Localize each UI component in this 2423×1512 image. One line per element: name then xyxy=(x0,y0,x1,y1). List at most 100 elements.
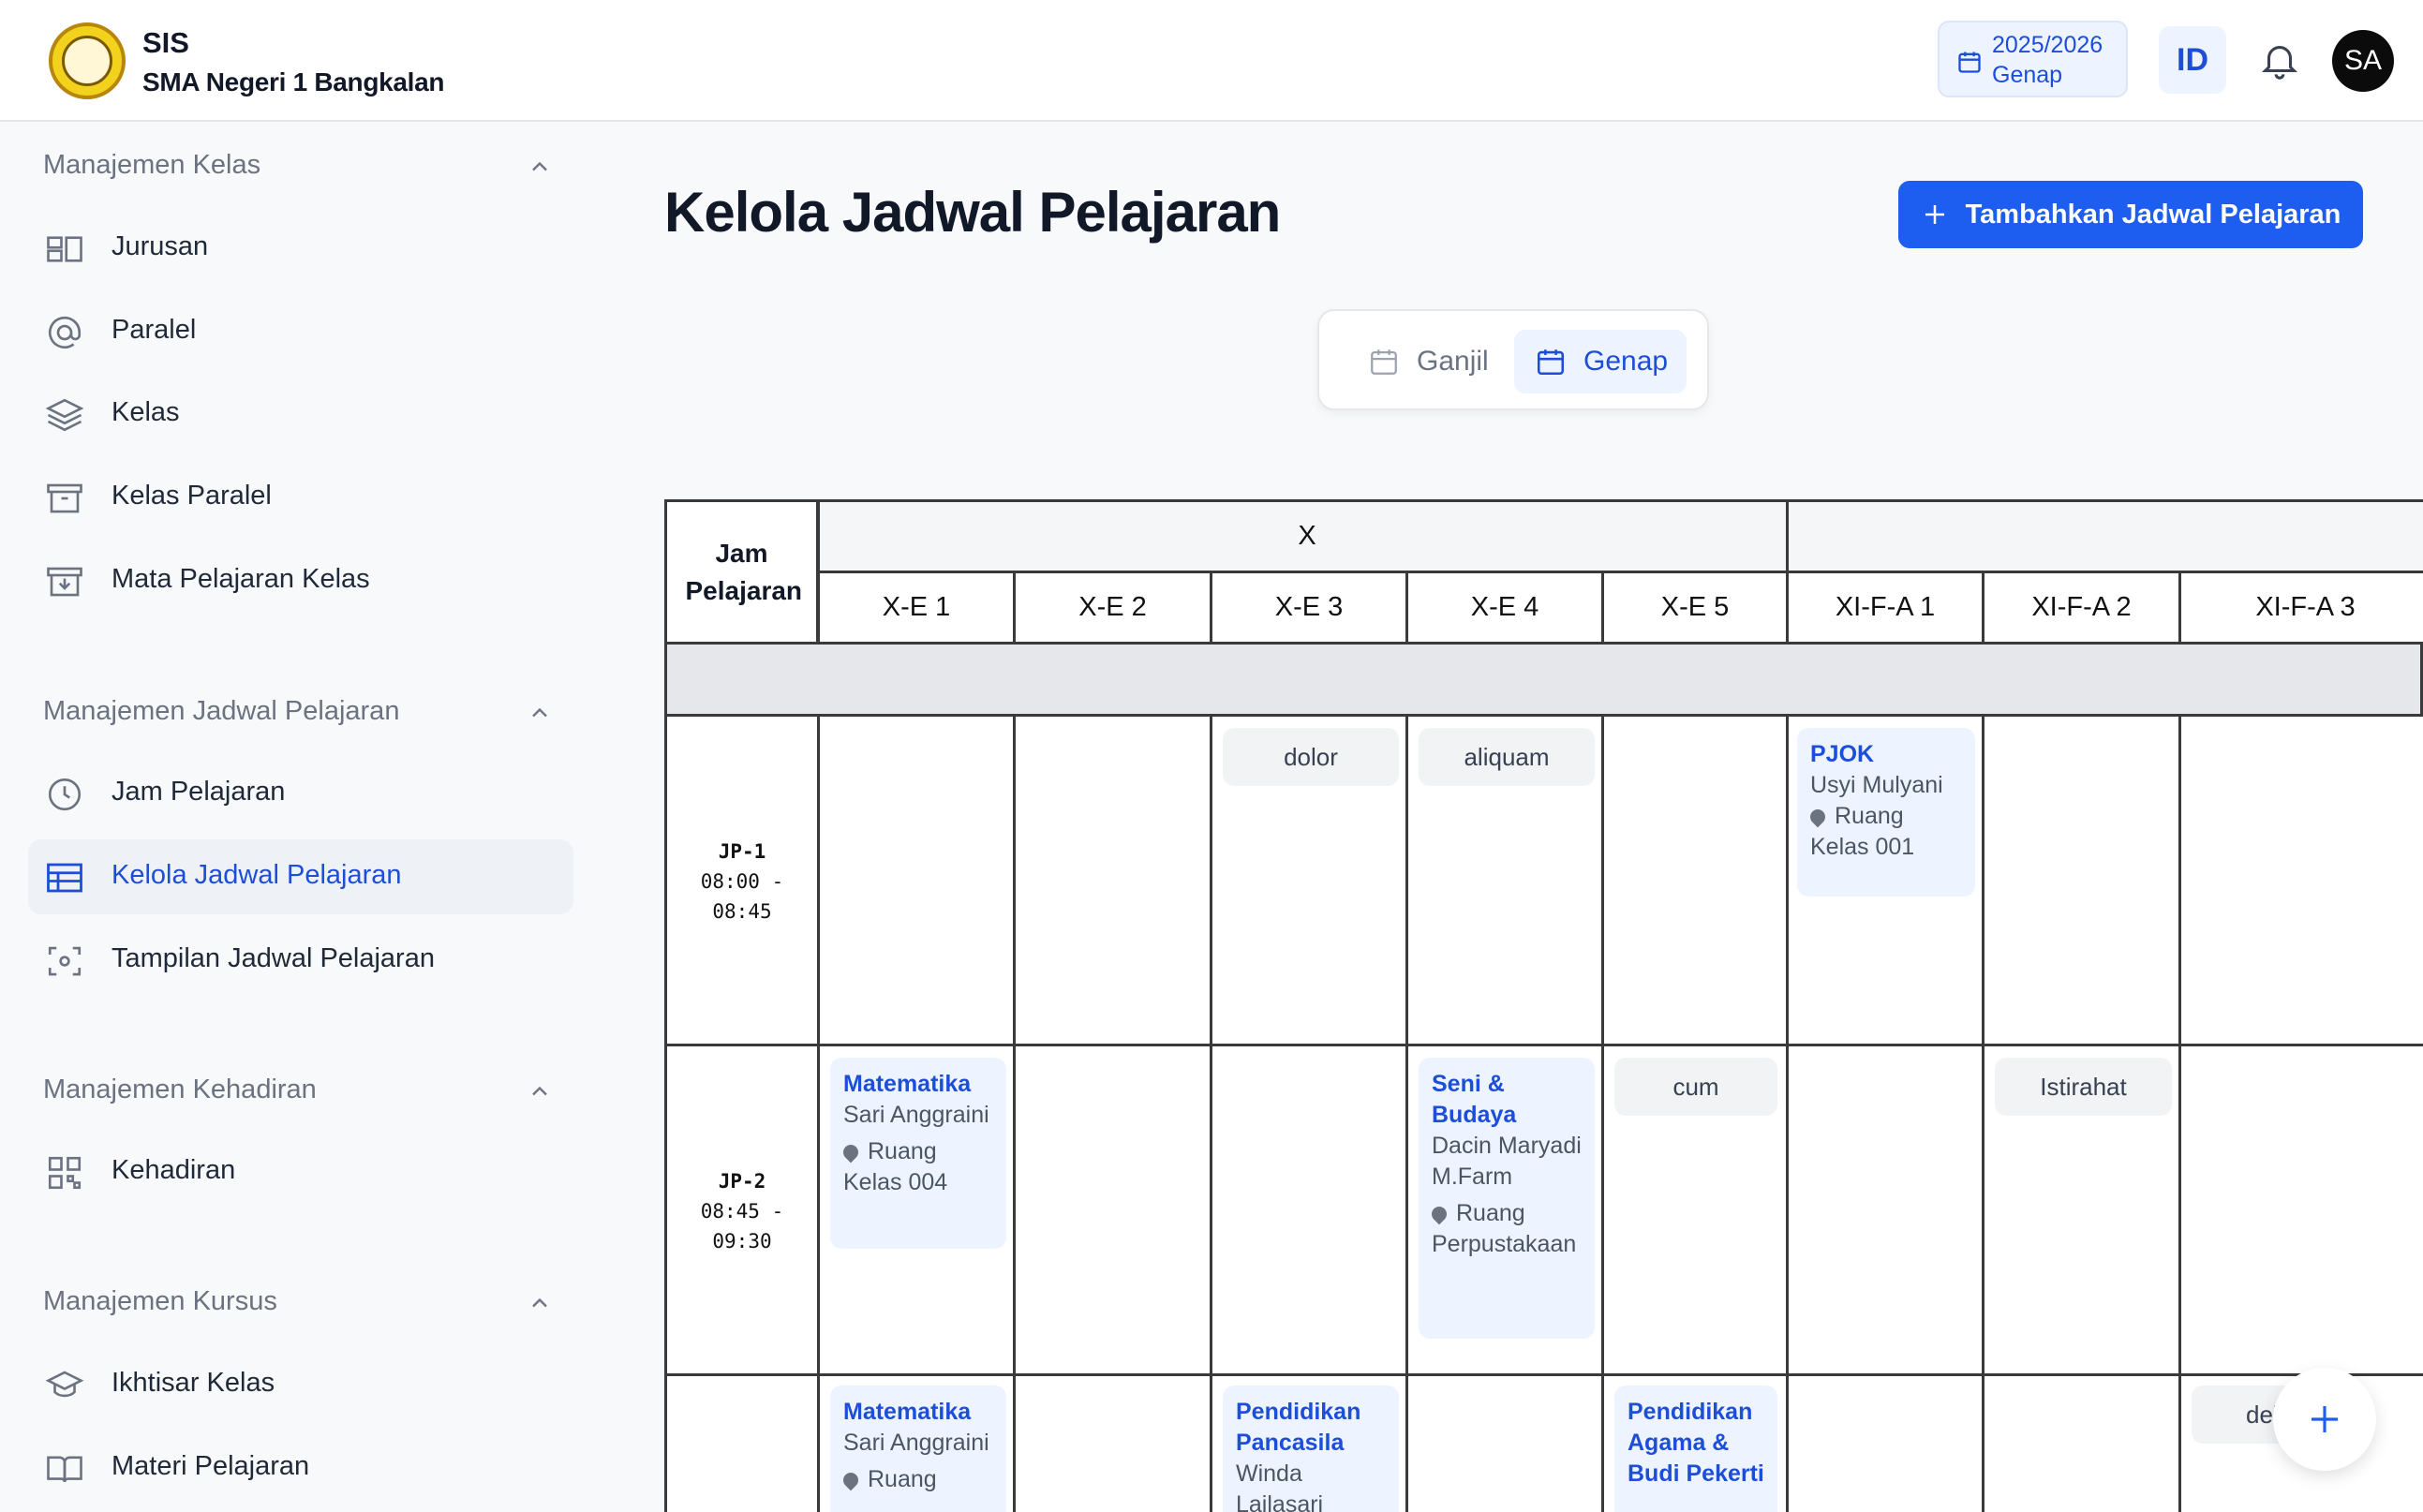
academic-year: 2025/2026 xyxy=(1992,32,2103,58)
section-manajemen-kelas[interactable]: Manajemen Kelas xyxy=(43,150,260,181)
sidebar-item-label: Kelas Paralel xyxy=(111,481,272,511)
book-open-icon xyxy=(47,1456,82,1483)
sidebar-item-tampilan-jadwal[interactable]: Tampilan Jadwal Pelajaran xyxy=(28,923,573,998)
card-room: Ruang xyxy=(868,1466,937,1492)
sidebar-item-label: Jam Pelajaran xyxy=(111,777,286,807)
schedule-card[interactable]: PJOK Usyi Mulyani Ruang Kelas 001 xyxy=(1797,728,1975,897)
sidebar-item-kelola-jadwal[interactable]: Kelola Jadwal Pelajaran xyxy=(28,839,573,914)
chevron-up-icon[interactable] xyxy=(527,700,553,726)
layers-icon xyxy=(45,398,84,432)
schedule-chip[interactable]: dolor xyxy=(1223,728,1399,786)
map-pin-icon xyxy=(840,1470,862,1491)
schedule-cell[interactable] xyxy=(1210,1044,1408,1376)
qr-code-icon xyxy=(48,1156,82,1190)
grade-group-xi xyxy=(1786,499,2423,573)
map-pin-icon xyxy=(1806,807,1829,828)
user-avatar[interactable]: SA xyxy=(2332,30,2394,92)
sidebar-item-jurusan[interactable]: Jurusan xyxy=(28,211,573,286)
app-name: SIS xyxy=(142,26,189,59)
plus-icon xyxy=(2312,1406,2338,1432)
sidebar-item-label: Kehadiran xyxy=(111,1155,236,1185)
semester-label: Genap xyxy=(1992,62,2063,88)
schedule-chip[interactable]: Istirahat xyxy=(1995,1058,2172,1116)
sidebar-item-label: Kelola Jadwal Pelajaran xyxy=(111,860,402,890)
floating-add-button[interactable] xyxy=(2273,1368,2376,1471)
schedule-cell[interactable] xyxy=(1601,714,1789,1046)
schedule-cell[interactable] xyxy=(2178,1044,2423,1376)
at-sign-icon xyxy=(48,316,82,349)
add-schedule-label: Tambahkan Jadwal Pelajaran xyxy=(1965,199,2341,230)
chevron-up-icon[interactable] xyxy=(527,1078,553,1104)
add-schedule-button[interactable]: Tambahkan Jadwal Pelajaran xyxy=(1898,181,2363,248)
card-teacher: Usyi Mulyani xyxy=(1810,772,1943,798)
tab-genap[interactable]: Genap xyxy=(1514,330,1687,393)
section-manajemen-jadwal[interactable]: Manajemen Jadwal Pelajaran xyxy=(43,696,399,727)
schedule-card[interactable]: Pendidikan Agama & Budi Pekerti xyxy=(1614,1386,1777,1512)
sidebar-item-paralel[interactable]: Paralel xyxy=(28,294,573,369)
card-subject: PJOK xyxy=(1810,741,1875,767)
sidebar-item-label: Materi Pelajaran xyxy=(111,1451,310,1481)
graduation-cap-icon xyxy=(45,1371,84,1398)
sidebar-item-kelas-paralel[interactable]: Kelas Paralel xyxy=(28,460,573,535)
schedule-cell[interactable] xyxy=(1013,714,1212,1046)
language-button[interactable]: ID xyxy=(2159,26,2226,94)
sidebar-item-label: Jurusan xyxy=(111,231,209,261)
card-room: Ruang Kelas 001 xyxy=(1810,803,1915,860)
plus-icon xyxy=(1925,205,1944,224)
card-subject: Pendidikan Agama & Budi Pekerti xyxy=(1628,1399,1764,1487)
schedule-cell[interactable] xyxy=(2178,714,2423,1046)
tab-ganjil[interactable]: Ganjil xyxy=(1347,330,1516,393)
jp-cell xyxy=(664,1373,820,1512)
schedule-card[interactable]: Matematika Sari Anggraini Ruang Kelas 00… xyxy=(830,1058,1006,1249)
schedule-card[interactable]: Matematika Sari Anggraini Ruang xyxy=(830,1386,1006,1512)
day-separator-row xyxy=(664,642,2423,717)
schedule-cell[interactable] xyxy=(1982,714,2181,1046)
schedule-cell[interactable] xyxy=(1013,1373,1212,1512)
card-room: Ruang Kelas 004 xyxy=(843,1138,948,1195)
class-header: XI-F-A 1 xyxy=(1786,571,1984,645)
schedule-chip[interactable]: cum xyxy=(1614,1058,1777,1116)
chevron-up-icon[interactable] xyxy=(527,154,553,180)
sidebar-item-ikhtisar-kelas[interactable]: Ikhtisar Kelas xyxy=(28,1347,573,1422)
grade-group-x: X xyxy=(817,499,1797,573)
schedule-cell[interactable] xyxy=(1405,1373,1604,1512)
schedule-grid: Jam Pelajaran X X-E 1 X-E 2 X-E 3 X-E 4 … xyxy=(664,499,2423,1512)
card-subject: Matematika xyxy=(843,1071,972,1097)
table-icon xyxy=(47,863,82,893)
sidebar-item-materi-pelajaran[interactable]: Materi Pelajaran xyxy=(28,1430,573,1505)
schedule-cell[interactable] xyxy=(1786,1373,1984,1512)
schedule-chip[interactable]: aliquam xyxy=(1419,728,1595,786)
school-logo[interactable] xyxy=(49,22,126,99)
schedule-cell[interactable] xyxy=(1982,1373,2181,1512)
chevron-up-icon[interactable] xyxy=(527,1290,553,1316)
sidebar-item-mata-pelajaran-kelas[interactable]: Mata Pelajaran Kelas xyxy=(28,543,573,618)
schedule-cell[interactable] xyxy=(1013,1044,1212,1376)
map-pin-icon xyxy=(1428,1204,1450,1225)
sidebar-item-label: Paralel xyxy=(111,315,197,345)
class-header: XI-F-A 2 xyxy=(1982,571,2181,645)
sidebar-item-label: Ikhtisar Kelas xyxy=(111,1368,275,1398)
archive-download-icon xyxy=(47,567,82,597)
schedule-card[interactable]: Pendidikan Pancasila Winda Lailasari xyxy=(1223,1386,1399,1512)
period-label-jp1: JP-1 08:00 - 08:45 xyxy=(700,840,784,923)
academic-term-selector[interactable]: 2025/2026 Genap xyxy=(1938,21,2128,97)
school-name: SMA Negeri 1 Bangkalan xyxy=(142,67,445,96)
sidebar-item-label: Tampilan Jadwal Pelajaran xyxy=(111,943,435,973)
bell-icon[interactable] xyxy=(2258,37,2301,82)
period-label-jp2: JP-2 08:45 - 09:30 xyxy=(700,1170,784,1253)
section-manajemen-kehadiran[interactable]: Manajemen Kehadiran xyxy=(43,1075,317,1105)
sidebar-item-kehadiran[interactable]: Kehadiran xyxy=(28,1134,573,1209)
schedule-cell[interactable] xyxy=(1786,1044,1984,1376)
page-title: Kelola Jadwal Pelajaran xyxy=(664,181,1281,244)
card-subject: Pendidikan Pancasila xyxy=(1236,1399,1361,1456)
section-manajemen-kursus[interactable]: Manajemen Kursus xyxy=(43,1286,277,1317)
sidebar-item-kelas[interactable]: Kelas xyxy=(28,377,573,452)
schedule-cell[interactable] xyxy=(817,714,1016,1046)
sidebar-item-label: Kelas xyxy=(111,397,180,427)
sidebar-item-jam-pelajaran[interactable]: Jam Pelajaran xyxy=(28,756,573,831)
class-header: X-E 5 xyxy=(1601,571,1789,645)
schedule-card[interactable]: Seni & Budaya Dacin Maryadi M.Farm Ruang… xyxy=(1419,1058,1595,1339)
sidebar-item-label: Mata Pelajaran Kelas xyxy=(111,564,370,594)
tab-label: Ganjil xyxy=(1417,346,1489,377)
scan-icon xyxy=(48,946,82,976)
